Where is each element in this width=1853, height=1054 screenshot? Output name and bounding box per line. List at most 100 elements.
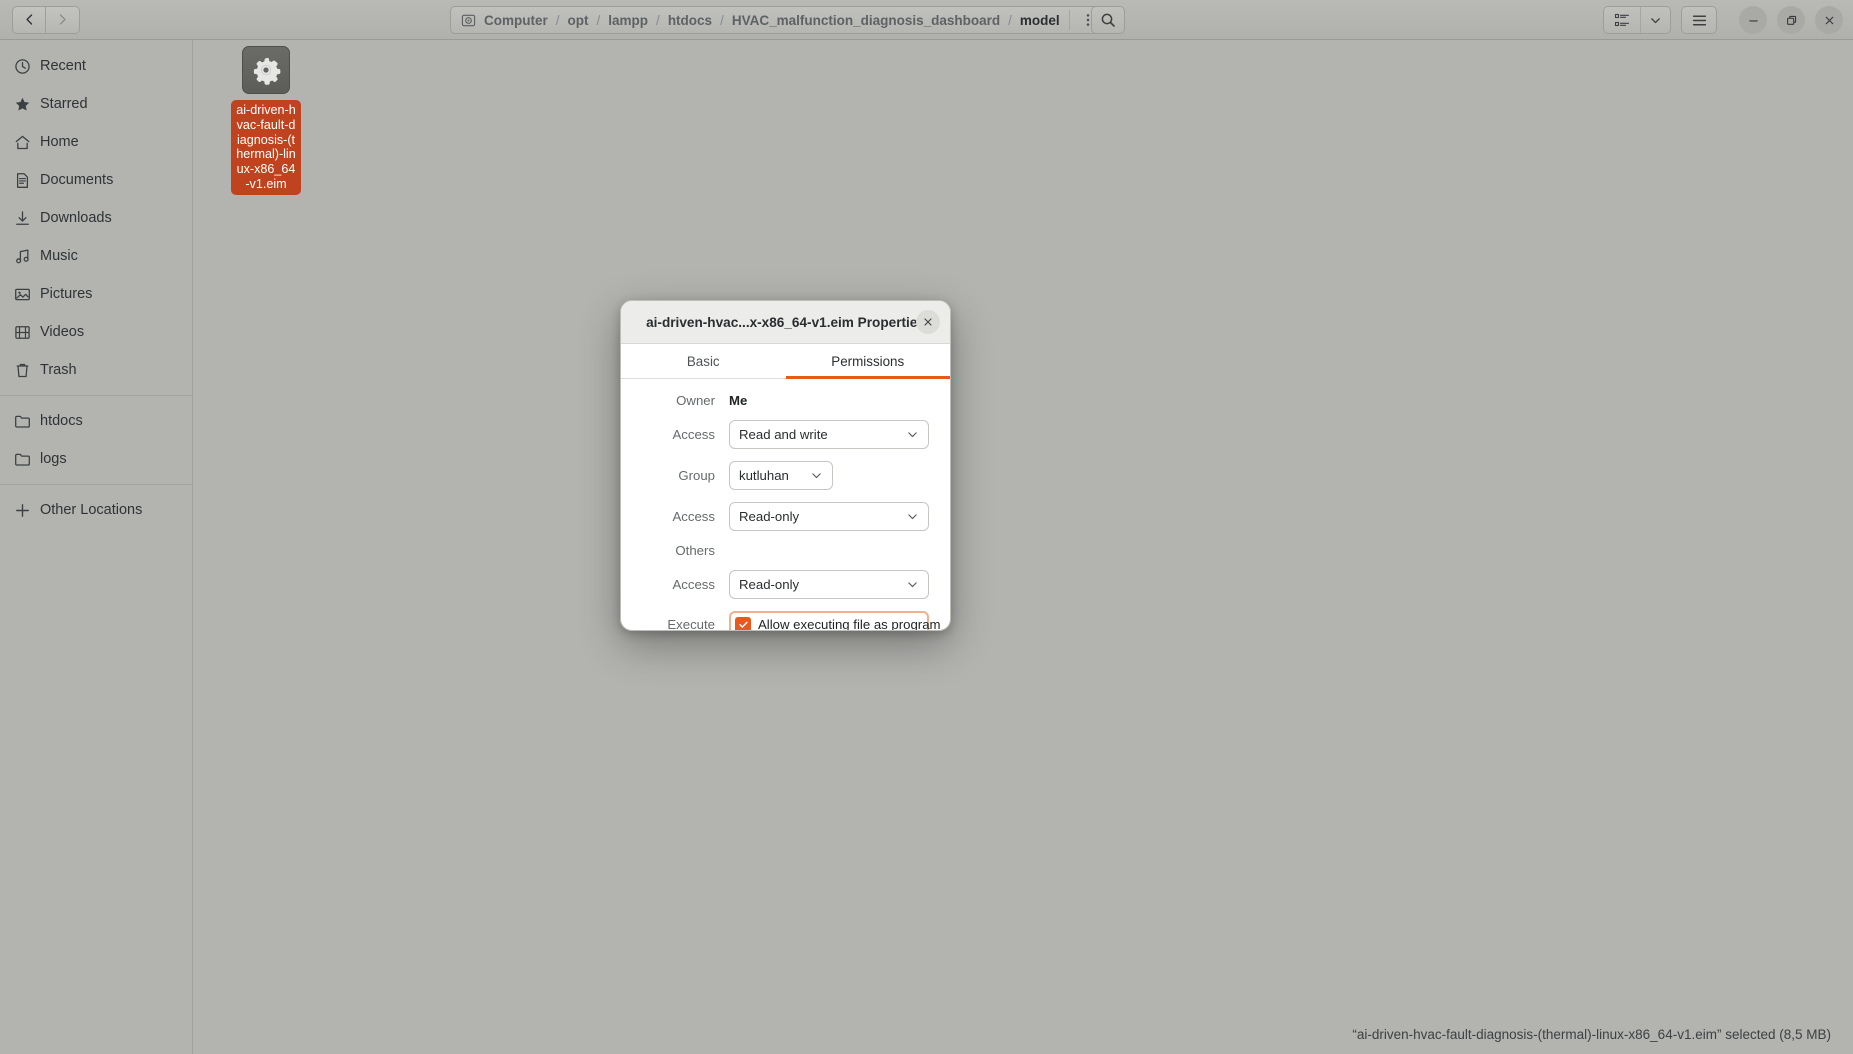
execute-checkbox-label: Allow executing file as program (758, 617, 941, 631)
sidebar-item-label: Downloads (40, 210, 112, 226)
hamburger-icon (1691, 12, 1708, 29)
breadcrumb-item-model[interactable]: model (1019, 13, 1061, 28)
breadcrumb: Computer / opt / lampp / htdocs / HVAC_m… (451, 7, 1069, 33)
others-access-select[interactable]: Read-only (729, 570, 929, 599)
forward-button[interactable] (46, 6, 80, 34)
group-label: Group (637, 468, 729, 483)
tab-basic[interactable]: Basic (621, 344, 786, 378)
owner-row: Owner Me (637, 393, 934, 408)
path-bar: Computer / opt / lampp / htdocs / HVAC_m… (450, 6, 1107, 34)
owner-access-row: Access Read and write (637, 420, 934, 449)
header-right-controls (1603, 6, 1843, 34)
window-controls (1739, 6, 1843, 34)
chevron-left-icon (23, 13, 36, 26)
star-icon (14, 96, 40, 113)
maximize-button[interactable] (1777, 6, 1805, 34)
download-icon (14, 210, 40, 227)
search-button[interactable] (1091, 6, 1125, 34)
sidebar-item-label: Home (40, 134, 79, 150)
breadcrumb-separator: / (713, 13, 731, 28)
chevron-down-icon (906, 428, 919, 441)
sidebar-divider (0, 395, 192, 396)
sidebar-item-trash[interactable]: Trash (0, 351, 192, 389)
breadcrumb-item-lampp[interactable]: lampp (607, 13, 649, 28)
sidebar-item-pictures[interactable]: Pictures (0, 275, 192, 313)
trash-icon (14, 362, 40, 379)
execute-label: Execute (637, 617, 729, 631)
dialog-close-button[interactable] (916, 310, 940, 334)
view-options-dropdown[interactable] (1640, 7, 1670, 33)
group-access-row: Access Read-only (637, 502, 934, 531)
maximize-icon (1785, 14, 1798, 27)
file-list-area[interactable]: ai-driven-hvac-fault-diagnosis-(thermal)… (194, 40, 1853, 1015)
sidebar-item-htdocs[interactable]: htdocs (0, 402, 192, 440)
group-value: kutluhan (739, 468, 789, 483)
sidebar-item-starred[interactable]: Starred (0, 85, 192, 123)
owner-access-label: Access (637, 427, 729, 442)
chevron-down-icon (1649, 14, 1662, 27)
sidebar-item-label: logs (40, 451, 67, 467)
dialog-title: ai-driven-hvac...x-x86_64-v1.eim Propert… (646, 315, 925, 330)
owner-label: Owner (637, 393, 729, 408)
list-view-button[interactable] (1604, 7, 1640, 33)
group-select[interactable]: kutluhan (729, 461, 833, 490)
gear-executable-icon (242, 46, 290, 94)
status-bar: “ai-driven-hvac-fault-diagnosis-(thermal… (194, 1015, 1853, 1054)
sidebar-item-other-locations[interactable]: Other Locations (0, 491, 192, 529)
execute-checkbox-container[interactable]: Allow executing file as program (729, 611, 929, 631)
computer-icon (461, 13, 476, 28)
breadcrumb-separator: / (1001, 13, 1019, 28)
sidebar-item-videos[interactable]: Videos (0, 313, 192, 351)
sidebar-item-logs[interactable]: logs (0, 440, 192, 478)
breadcrumb-item-dashboard[interactable]: HVAC_malfunction_diagnosis_dashboard (731, 13, 1001, 28)
chevron-right-icon (56, 13, 69, 26)
sidebar-item-home[interactable]: Home (0, 123, 192, 161)
group-access-value: Read-only (739, 509, 799, 524)
minimize-icon (1747, 14, 1760, 27)
folder-icon (14, 413, 40, 430)
breadcrumb-item-opt[interactable]: opt (567, 13, 590, 28)
back-button[interactable] (12, 6, 46, 34)
sidebar-item-label: htdocs (40, 413, 83, 429)
owner-value: Me (729, 393, 747, 408)
group-access-select[interactable]: Read-only (729, 502, 929, 531)
file-name-label: ai-driven-hvac-fault-diagnosis-(thermal)… (231, 100, 301, 195)
sidebar-item-label: Music (40, 248, 78, 264)
sidebar-item-documents[interactable]: Documents (0, 161, 192, 199)
file-item[interactable]: ai-driven-hvac-fault-diagnosis-(thermal)… (216, 46, 316, 195)
sidebar-divider (0, 484, 192, 485)
others-access-value: Read-only (739, 577, 799, 592)
sidebar-item-downloads[interactable]: Downloads (0, 199, 192, 237)
group-row: Group kutluhan (637, 461, 934, 490)
others-label: Others (637, 543, 729, 558)
chevron-down-icon (906, 578, 919, 591)
image-icon (14, 286, 40, 303)
view-mode-group (1603, 6, 1671, 34)
owner-access-select[interactable]: Read and write (729, 420, 929, 449)
plus-icon (14, 502, 40, 519)
main-menu-button[interactable] (1681, 6, 1717, 34)
minimize-button[interactable] (1739, 6, 1767, 34)
breadcrumb-separator: / (549, 13, 567, 28)
list-view-icon (1614, 12, 1630, 28)
breadcrumb-separator: / (590, 13, 608, 28)
home-icon (14, 134, 40, 151)
others-row: Others (637, 543, 934, 558)
properties-dialog: ai-driven-hvac...x-x86_64-v1.eim Propert… (620, 300, 951, 631)
close-button[interactable] (1815, 6, 1843, 34)
close-icon (922, 316, 934, 328)
others-access-row: Access Read-only (637, 570, 934, 599)
group-access-label: Access (637, 509, 729, 524)
status-text: “ai-driven-hvac-fault-diagnosis-(thermal… (1352, 1027, 1853, 1042)
sidebar-item-label: Starred (40, 96, 88, 112)
tab-permissions[interactable]: Permissions (786, 344, 951, 378)
sidebar-item-label: Documents (40, 172, 113, 188)
breadcrumb-item-computer[interactable]: Computer (483, 13, 549, 28)
sidebar-item-recent[interactable]: Recent (0, 47, 192, 85)
chevron-down-icon (810, 469, 823, 482)
permissions-form: Owner Me Access Read and write Group kut… (621, 379, 950, 631)
breadcrumb-item-htdocs[interactable]: htdocs (667, 13, 713, 28)
sidebar-item-label: Recent (40, 58, 86, 74)
checkbox-checked-icon[interactable] (735, 617, 751, 632)
sidebar-item-music[interactable]: Music (0, 237, 192, 275)
